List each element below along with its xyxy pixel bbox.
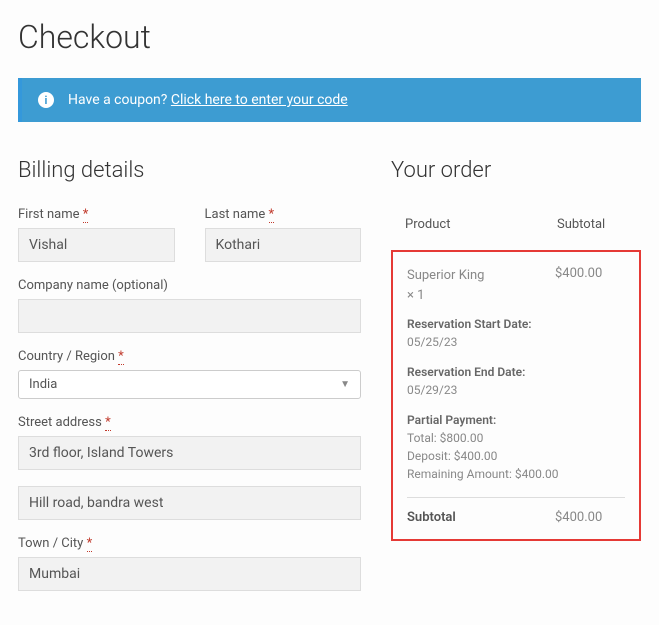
order-table-header: Product Subtotal	[391, 207, 641, 250]
required-mark: *	[105, 415, 111, 431]
chevron-down-icon: ▼	[340, 379, 350, 390]
partial-payment: Partial Payment: Total: $800.00 Deposit:…	[407, 411, 625, 483]
subtotal-value: $400.00	[555, 510, 625, 525]
order-item-name: Superior King	[407, 268, 485, 283]
order-item-row: Superior King × 1 $400.00	[407, 266, 625, 305]
company-input[interactable]	[18, 299, 361, 333]
country-selected: India	[29, 377, 57, 392]
required-mark: *	[87, 536, 93, 552]
col-product: Product	[405, 217, 557, 232]
first-name-input[interactable]	[18, 228, 175, 262]
col-subtotal: Subtotal	[557, 217, 627, 232]
required-mark: *	[83, 207, 89, 223]
page-title: Checkout	[18, 18, 641, 56]
street-label: Street address *	[18, 415, 361, 430]
coupon-link[interactable]: Click here to enter your code	[171, 92, 348, 108]
coupon-text: Have a coupon?	[68, 92, 167, 108]
reservation-end: Reservation End Date: 05/29/23	[407, 363, 625, 399]
subtotal-label: Subtotal	[407, 510, 555, 525]
country-label: Country / Region *	[18, 349, 361, 364]
info-icon: i	[38, 92, 54, 108]
last-name-label: Last name *	[205, 207, 362, 222]
billing-heading: Billing details	[18, 158, 361, 183]
order-item-qty: × 1	[407, 288, 424, 303]
required-mark: *	[269, 207, 275, 223]
order-heading: Your order	[391, 158, 641, 183]
city-label: Town / City *	[18, 536, 361, 551]
order-summary-box: Superior King × 1 $400.00 Reservation St…	[391, 250, 641, 541]
country-select[interactable]: India ▼	[18, 370, 361, 399]
required-mark: *	[118, 349, 124, 365]
reservation-start: Reservation Start Date: 05/25/23	[407, 315, 625, 351]
order-item-price: $400.00	[555, 266, 625, 305]
street2-input[interactable]	[18, 486, 361, 520]
city-input[interactable]	[18, 557, 361, 591]
first-name-label: First name *	[18, 207, 175, 222]
last-name-input[interactable]	[205, 228, 362, 262]
coupon-notice: i Have a coupon? Click here to enter you…	[18, 78, 641, 122]
company-label: Company name (optional)	[18, 278, 361, 293]
subtotal-row: Subtotal $400.00	[407, 497, 625, 525]
street1-input[interactable]	[18, 436, 361, 470]
